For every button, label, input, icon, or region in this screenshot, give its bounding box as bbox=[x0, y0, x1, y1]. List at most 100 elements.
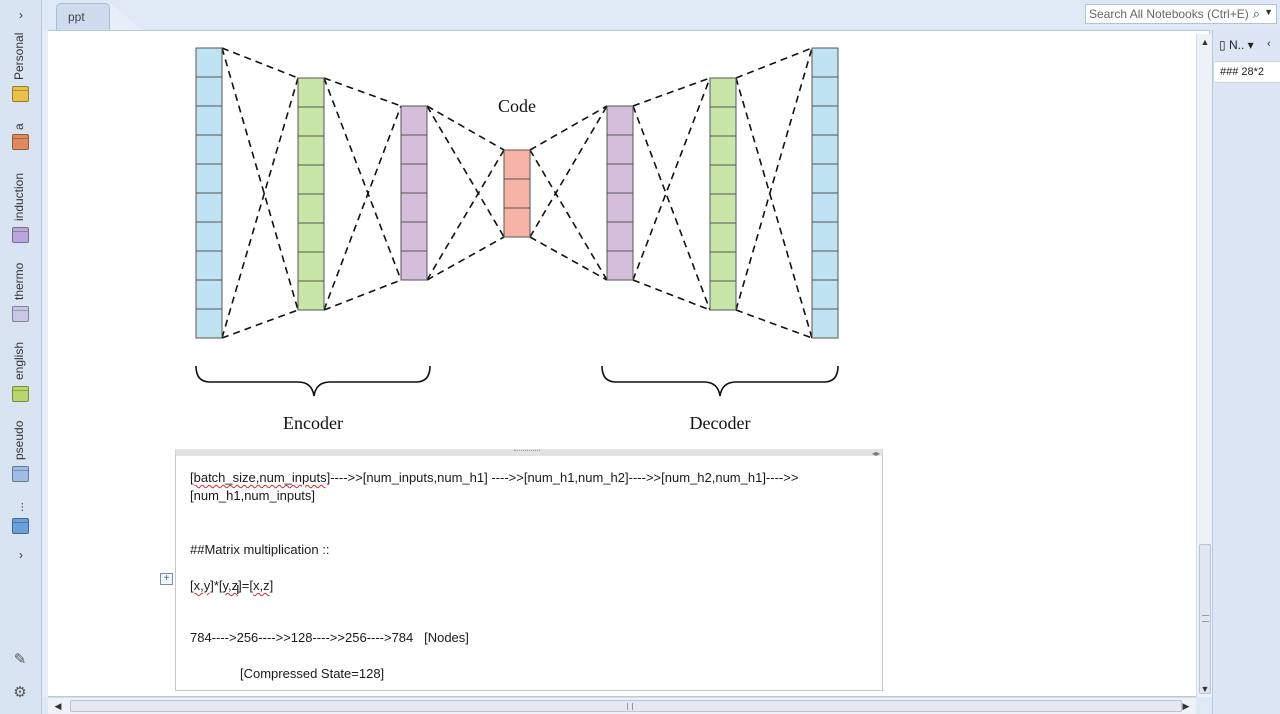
horizontal-scroll-thumb[interactable] bbox=[70, 700, 1182, 712]
unfiled-notes-icon[interactable]: ✎ bbox=[8, 650, 32, 670]
new-section-tab[interactable] bbox=[110, 3, 142, 30]
horizontal-scrollbar[interactable]: ◀ ▶ bbox=[48, 697, 1196, 714]
neuron-cell bbox=[297, 106, 325, 137]
neuron-cell bbox=[195, 192, 223, 223]
decoder-hidden-layer-1 bbox=[606, 105, 634, 281]
paragraph-handle-icon[interactable]: + bbox=[160, 573, 173, 585]
notebook-navigation-bar: › Personal a induction thermo english ps… bbox=[0, 0, 42, 714]
neuron-cell bbox=[297, 280, 325, 311]
notebook-english[interactable]: english bbox=[8, 338, 34, 408]
notebook-icon bbox=[12, 227, 29, 243]
notebook-label: induction bbox=[12, 172, 26, 221]
spellcheck-word: [batch_size,num_inputs] bbox=[190, 470, 331, 485]
connection-line bbox=[221, 47, 299, 79]
search-box[interactable]: Search All Notebooks (Ctrl+E) ⌕ ▼ bbox=[1085, 4, 1277, 24]
connection-line bbox=[529, 105, 608, 238]
note-line-nodes[interactable]: 784---->256---->>128---->>256---->784 [N… bbox=[190, 630, 469, 645]
search-scope-dropdown-icon[interactable]: ▼ bbox=[1264, 7, 1273, 17]
search-input[interactable]: Search All Notebooks (Ctrl+E) bbox=[1089, 7, 1249, 21]
note-line-shapes[interactable]: [batch_size,num_inputs]---->>[num_inputs… bbox=[190, 470, 798, 485]
neuron-cell bbox=[709, 77, 737, 108]
neuron-cell bbox=[503, 149, 531, 180]
note-text: *[ bbox=[213, 578, 223, 593]
notebook-label: pseudo bbox=[12, 420, 26, 460]
neuron-cell bbox=[400, 221, 428, 252]
note-line-heading[interactable]: ##Matrix multiplication :: bbox=[190, 542, 329, 557]
neuron-cell bbox=[195, 105, 223, 136]
neuron-cell bbox=[811, 163, 839, 194]
neuron-cell bbox=[709, 251, 737, 282]
notebook-icon bbox=[12, 86, 29, 102]
note-container[interactable]: ◂▸ [batch_size,num_inputs]---->>[num_inp… bbox=[175, 449, 883, 691]
neuron-cell bbox=[297, 164, 325, 195]
code-layer bbox=[503, 149, 531, 238]
notebook-a[interactable]: a bbox=[8, 114, 34, 164]
notebook-label: thermo bbox=[12, 262, 26, 300]
scroll-right-icon[interactable]: ▶ bbox=[1178, 698, 1194, 714]
neuron-cell bbox=[400, 250, 428, 281]
scroll-up-icon[interactable]: ▲ bbox=[1197, 34, 1213, 50]
search-icon[interactable]: ⌕ bbox=[1253, 6, 1260, 22]
layers bbox=[195, 47, 839, 339]
page-tools-icon[interactable]: ⚙ bbox=[8, 683, 32, 703]
notebook-label: a bbox=[12, 123, 26, 130]
neuron-cell bbox=[709, 164, 737, 195]
neuron-cell bbox=[606, 134, 634, 165]
scroll-left-icon[interactable]: ◀ bbox=[50, 698, 66, 714]
connection-line bbox=[323, 77, 402, 281]
notebook-label: Personal bbox=[12, 32, 26, 80]
neuron-cell bbox=[606, 192, 634, 223]
connection-line bbox=[529, 236, 608, 281]
spellcheck-word: [x,y] bbox=[190, 578, 214, 593]
expand-navigation-icon[interactable]: › bbox=[12, 6, 30, 24]
neuron-cell bbox=[503, 207, 531, 238]
notebook-induction[interactable]: induction bbox=[8, 165, 34, 245]
note-line-compressed[interactable]: [Compressed State=128] bbox=[240, 666, 384, 681]
notebook-pseudo[interactable]: pseudo bbox=[8, 418, 34, 488]
neuron-cell bbox=[709, 193, 737, 224]
neuron-cell bbox=[297, 222, 325, 253]
vertical-scroll-thumb[interactable] bbox=[1199, 544, 1211, 694]
neuron-cell bbox=[195, 134, 223, 165]
collapse-pane-icon[interactable]: ‹ bbox=[1267, 38, 1271, 50]
vertical-scrollbar[interactable]: ▲ ▼ bbox=[1196, 34, 1212, 697]
page-gutter bbox=[42, 30, 48, 697]
spellcheck-word: x,z bbox=[253, 578, 270, 593]
connection-line bbox=[323, 77, 402, 107]
scrollbar-corner bbox=[1196, 697, 1212, 714]
note-line-shapes-cont[interactable]: [num_h1,num_inputs] bbox=[190, 488, 315, 503]
scroll-down-icon[interactable]: ▼ bbox=[1197, 681, 1213, 697]
expand-more-icon[interactable]: › bbox=[12, 546, 30, 564]
neuron-cell bbox=[811, 192, 839, 223]
connection-line bbox=[735, 309, 813, 339]
input-layer bbox=[195, 47, 223, 339]
note-line-matrix[interactable]: [x,y]*[y,z]=[x,z] bbox=[190, 578, 273, 593]
connection-line bbox=[221, 77, 299, 339]
connection-line bbox=[426, 105, 505, 238]
text-cursor-icon: I bbox=[236, 582, 240, 597]
note-resize-icon[interactable]: ◂▸ bbox=[872, 449, 880, 458]
new-page-button[interactable]: ▯ N.. ▾ bbox=[1219, 38, 1254, 52]
notebook-more[interactable]: ... bbox=[8, 500, 34, 540]
encoder-hidden-layer-1 bbox=[297, 77, 325, 311]
neuron-cell bbox=[606, 163, 634, 194]
neuron-cell bbox=[297, 135, 325, 166]
neuron-cell bbox=[195, 76, 223, 107]
neuron-cell bbox=[195, 163, 223, 194]
connection-line bbox=[323, 279, 402, 311]
notebook-thermo[interactable]: thermo bbox=[8, 258, 34, 328]
connection-line bbox=[529, 105, 608, 151]
connection-line bbox=[426, 149, 505, 281]
notebook-personal[interactable]: Personal bbox=[8, 30, 34, 110]
connection-line bbox=[426, 236, 505, 281]
neuron-cell bbox=[709, 222, 737, 253]
neuron-cell bbox=[709, 280, 737, 311]
neuron-cell bbox=[297, 193, 325, 224]
decoder-brace bbox=[601, 365, 839, 397]
encoder-label: Encoder bbox=[283, 413, 343, 433]
page-list-item[interactable]: ### 28*2 bbox=[1213, 61, 1280, 83]
neuron-cell bbox=[811, 47, 839, 78]
tab-ppt[interactable]: ppt bbox=[56, 3, 110, 30]
note-move-handle[interactable] bbox=[514, 450, 540, 453]
connection-line bbox=[632, 105, 711, 311]
